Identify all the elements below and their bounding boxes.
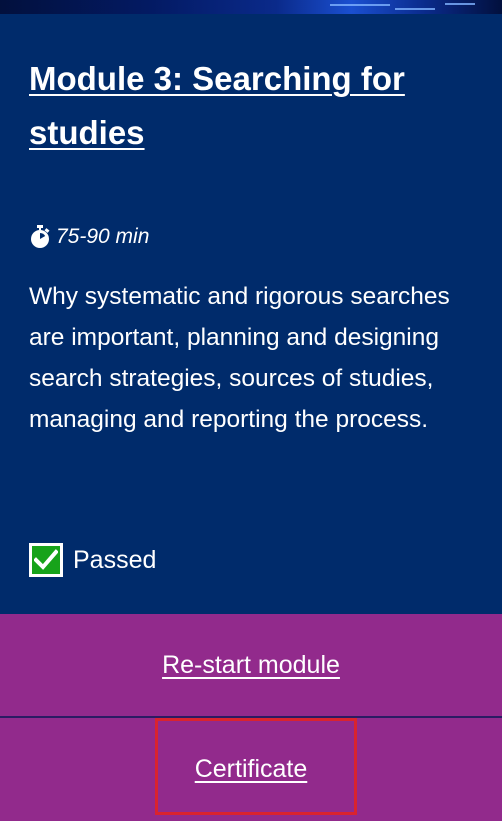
checkbox-checked-icon [29, 543, 63, 577]
module-description: Why systematic and rigorous searches are… [29, 283, 450, 433]
module-card: Module 3: Searching for studies 75-90 mi… [0, 0, 502, 821]
module-title[interactable]: Module 3: Searching for studies [29, 52, 479, 160]
module-info-panel: Module 3: Searching for studies 75-90 mi… [0, 14, 502, 614]
certificate-link[interactable]: Certificate [195, 755, 308, 784]
restart-module-button[interactable]: Re-start module [0, 614, 502, 716]
certificate-button[interactable]: Certificate [0, 718, 502, 821]
stopwatch-icon [29, 225, 51, 249]
module-duration: 75-90 min [29, 224, 149, 250]
duration-text: 75-90 min [56, 225, 150, 248]
header-image [0, 0, 502, 14]
restart-module-link[interactable]: Re-start module [162, 651, 340, 680]
status-text: Passed [73, 545, 157, 574]
module-status: Passed [29, 542, 156, 578]
